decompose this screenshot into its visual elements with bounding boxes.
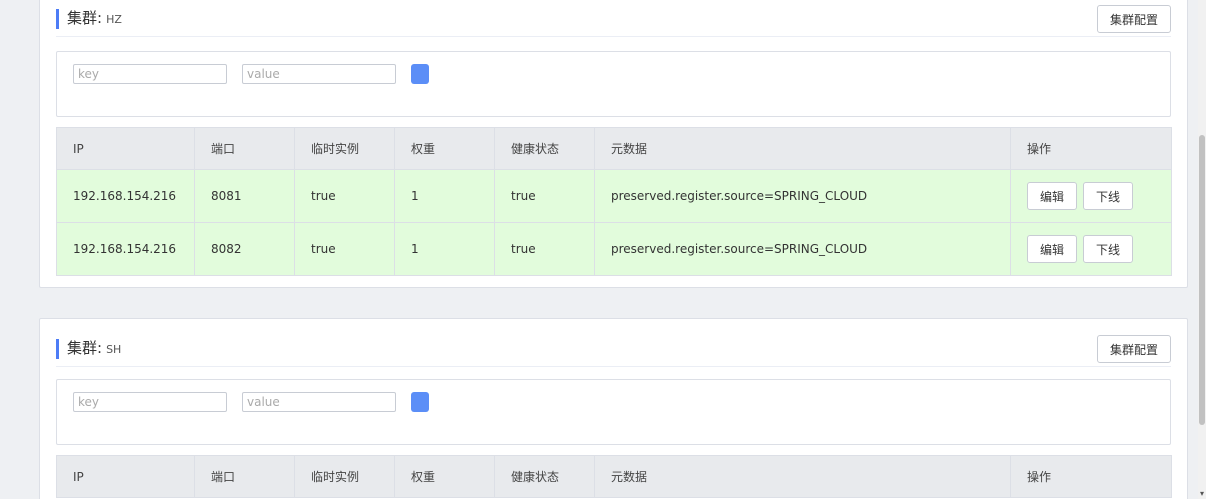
cluster-name: HZ xyxy=(106,13,122,26)
table-row: 192.168.154.216 8082 true 1 true preserv… xyxy=(56,222,1172,276)
column-header: 端口 xyxy=(194,127,295,170)
cluster-config-button[interactable]: 集群配置 xyxy=(1097,335,1171,363)
vertical-scrollbar[interactable]: ▾ xyxy=(1198,0,1206,499)
port-cell: 8082 xyxy=(194,222,295,276)
instance-table: IP 端口 临时实例 权重 健康状态 元数据 操作 xyxy=(56,455,1172,498)
port-cell: 8081 xyxy=(194,169,295,223)
metadata-filter xyxy=(56,51,1171,117)
metadata-filter xyxy=(56,379,1171,445)
column-header: 临时实例 xyxy=(294,455,395,498)
column-header: 操作 xyxy=(1010,455,1172,498)
healthy-cell: true xyxy=(494,169,595,223)
ip-cell: 192.168.154.216 xyxy=(56,169,195,223)
column-header: 权重 xyxy=(394,455,495,498)
column-header: IP xyxy=(56,127,195,170)
key-input[interactable] xyxy=(73,392,227,412)
table-header-row: IP 端口 临时实例 权重 健康状态 元数据 操作 xyxy=(56,127,1172,170)
weight-cell: 1 xyxy=(394,169,495,223)
instance-table: IP 端口 临时实例 权重 健康状态 元数据 操作 192.168.154.21… xyxy=(56,127,1172,276)
scrollbar-thumb[interactable] xyxy=(1199,135,1205,425)
cluster-panel-hz: 集群:HZ 集群配置 IP 端口 临时实例 权重 健康状态 元数据 操作 xyxy=(39,0,1188,288)
column-header: 健康状态 xyxy=(494,455,595,498)
value-input[interactable] xyxy=(242,64,396,84)
column-header: 操作 xyxy=(1010,127,1172,170)
column-header: 健康状态 xyxy=(494,127,595,170)
column-header: 元数据 xyxy=(594,127,1011,170)
cluster-header: 集群: SH 集群配置 xyxy=(56,335,1171,367)
scroll-down-icon[interactable]: ▾ xyxy=(1198,489,1206,499)
search-button[interactable] xyxy=(411,392,429,412)
weight-cell: 1 xyxy=(394,222,495,276)
ephemeral-cell: true xyxy=(294,222,395,276)
cluster-label: 集群: xyxy=(67,339,103,357)
edit-button[interactable]: 编辑 xyxy=(1027,235,1077,263)
value-input[interactable] xyxy=(242,392,396,412)
healthy-cell: true xyxy=(494,222,595,276)
column-header: 端口 xyxy=(194,455,295,498)
cluster-header: 集群: HZ 集群配置 xyxy=(56,5,1171,37)
ephemeral-cell: true xyxy=(294,169,395,223)
search-button[interactable] xyxy=(411,64,429,84)
cluster-title: 集群: HZ xyxy=(56,9,122,29)
edit-button[interactable]: 编辑 xyxy=(1027,182,1077,210)
cluster-name: SH xyxy=(106,343,122,356)
table-row: 192.168.154.216 8081 true 1 true preserv… xyxy=(56,169,1172,223)
column-header: 权重 xyxy=(394,127,495,170)
ip-cell: 192.168.154.216 xyxy=(56,222,195,276)
column-header: 元数据 xyxy=(594,455,1011,498)
cluster-config-button[interactable]: 集群配置 xyxy=(1097,5,1171,33)
column-header: 临时实例 xyxy=(294,127,395,170)
column-header: IP xyxy=(56,455,195,498)
actions-cell: 编辑 下线 xyxy=(1010,222,1172,276)
metadata-cell: preserved.register.source=SPRING_CLOUD xyxy=(594,222,1011,276)
offline-button[interactable]: 下线 xyxy=(1083,235,1133,263)
cluster-title: 集群: SH xyxy=(56,339,121,359)
metadata-cell: preserved.register.source=SPRING_CLOUD xyxy=(594,169,1011,223)
offline-button[interactable]: 下线 xyxy=(1083,182,1133,210)
actions-cell: 编辑 下线 xyxy=(1010,169,1172,223)
page: 集群:HZ 集群配置 IP 端口 临时实例 权重 健康状态 元数据 操作 xyxy=(0,0,1206,499)
cluster-label: 集群: xyxy=(67,9,103,27)
cluster-panel-sh: 集群:SH 集群配置 IP 端口 临时实例 权重 健康状态 元数据 操作 xyxy=(39,318,1188,499)
key-input[interactable] xyxy=(73,64,227,84)
table-header-row: IP 端口 临时实例 权重 健康状态 元数据 操作 xyxy=(56,455,1172,498)
